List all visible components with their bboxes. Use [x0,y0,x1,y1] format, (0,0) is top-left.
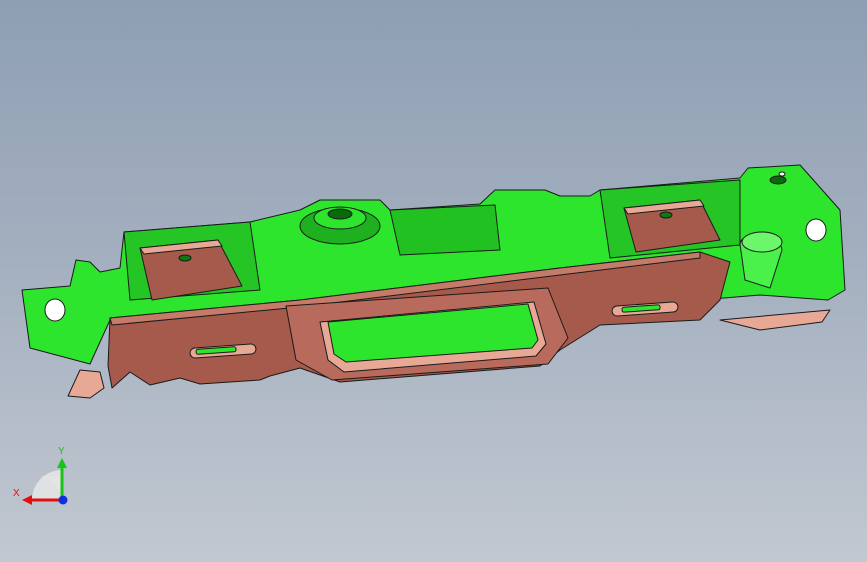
mount-hole-left [44,298,66,322]
bottom-flange-right [719,309,831,331]
top-right-slot [769,175,787,185]
orientation-triad: X Y [13,446,68,505]
boss-hole [327,208,353,220]
pad-right-hole [659,211,673,219]
3d-model[interactable] [0,0,867,562]
inner-wall-mid [389,204,501,256]
triad-y-label: Y [58,446,65,457]
pad-left-hole [178,254,192,262]
triad-z-axis [58,495,68,505]
bottom-flange-left [67,369,105,399]
mount-hole-right [805,218,827,242]
top-right-dot [778,171,786,177]
triad-x-label: X [13,488,20,499]
graphics-viewport[interactable]: X Y [0,0,867,562]
right-cylinder-end [741,231,783,253]
